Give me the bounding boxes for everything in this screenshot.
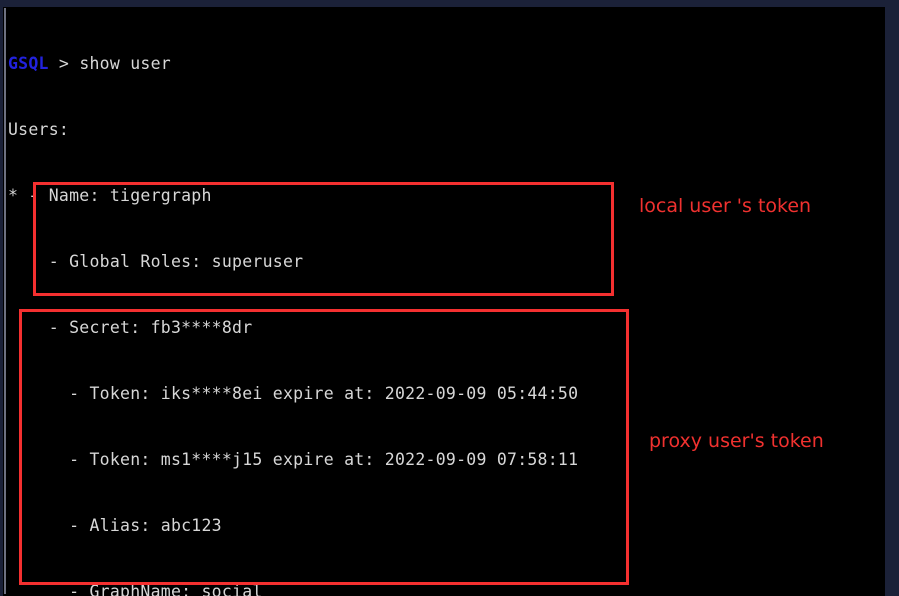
output-line: Users: (8, 120, 70, 139)
prompt-arrow-icon: > (48, 54, 80, 73)
output-line: - Global Roles: superuser (8, 252, 304, 271)
prompt-line: GSQL > show user (8, 53, 884, 75)
gsql-prompt-label: GSQL (8, 54, 49, 73)
window-frame-right (885, 0, 899, 596)
output-line: - Token: ms1****j15 expire at: 2022-09-0… (8, 450, 579, 469)
annotation-proxy-user-token: proxy user's token (649, 430, 824, 452)
annotation-local-user-token: local user 's token (639, 195, 812, 217)
prompt-command: show user (79, 54, 171, 73)
output-line: - Token: iks****8ei expire at: 2022-09-0… (8, 384, 579, 403)
window-frame-top (0, 0, 899, 7)
terminal-output[interactable]: GSQL > show user Users: * - Name: tigerg… (8, 9, 884, 596)
output-line: - GraphName: social (8, 582, 263, 596)
terminal-window: GSQL > show user Users: * - Name: tigerg… (0, 0, 899, 596)
output-line: - Secret: fb3****8dr (8, 318, 253, 337)
terminal-scrollbar[interactable] (4, 8, 6, 594)
output-line: - Alias: abc123 (8, 516, 222, 535)
window-frame-left (0, 0, 3, 596)
